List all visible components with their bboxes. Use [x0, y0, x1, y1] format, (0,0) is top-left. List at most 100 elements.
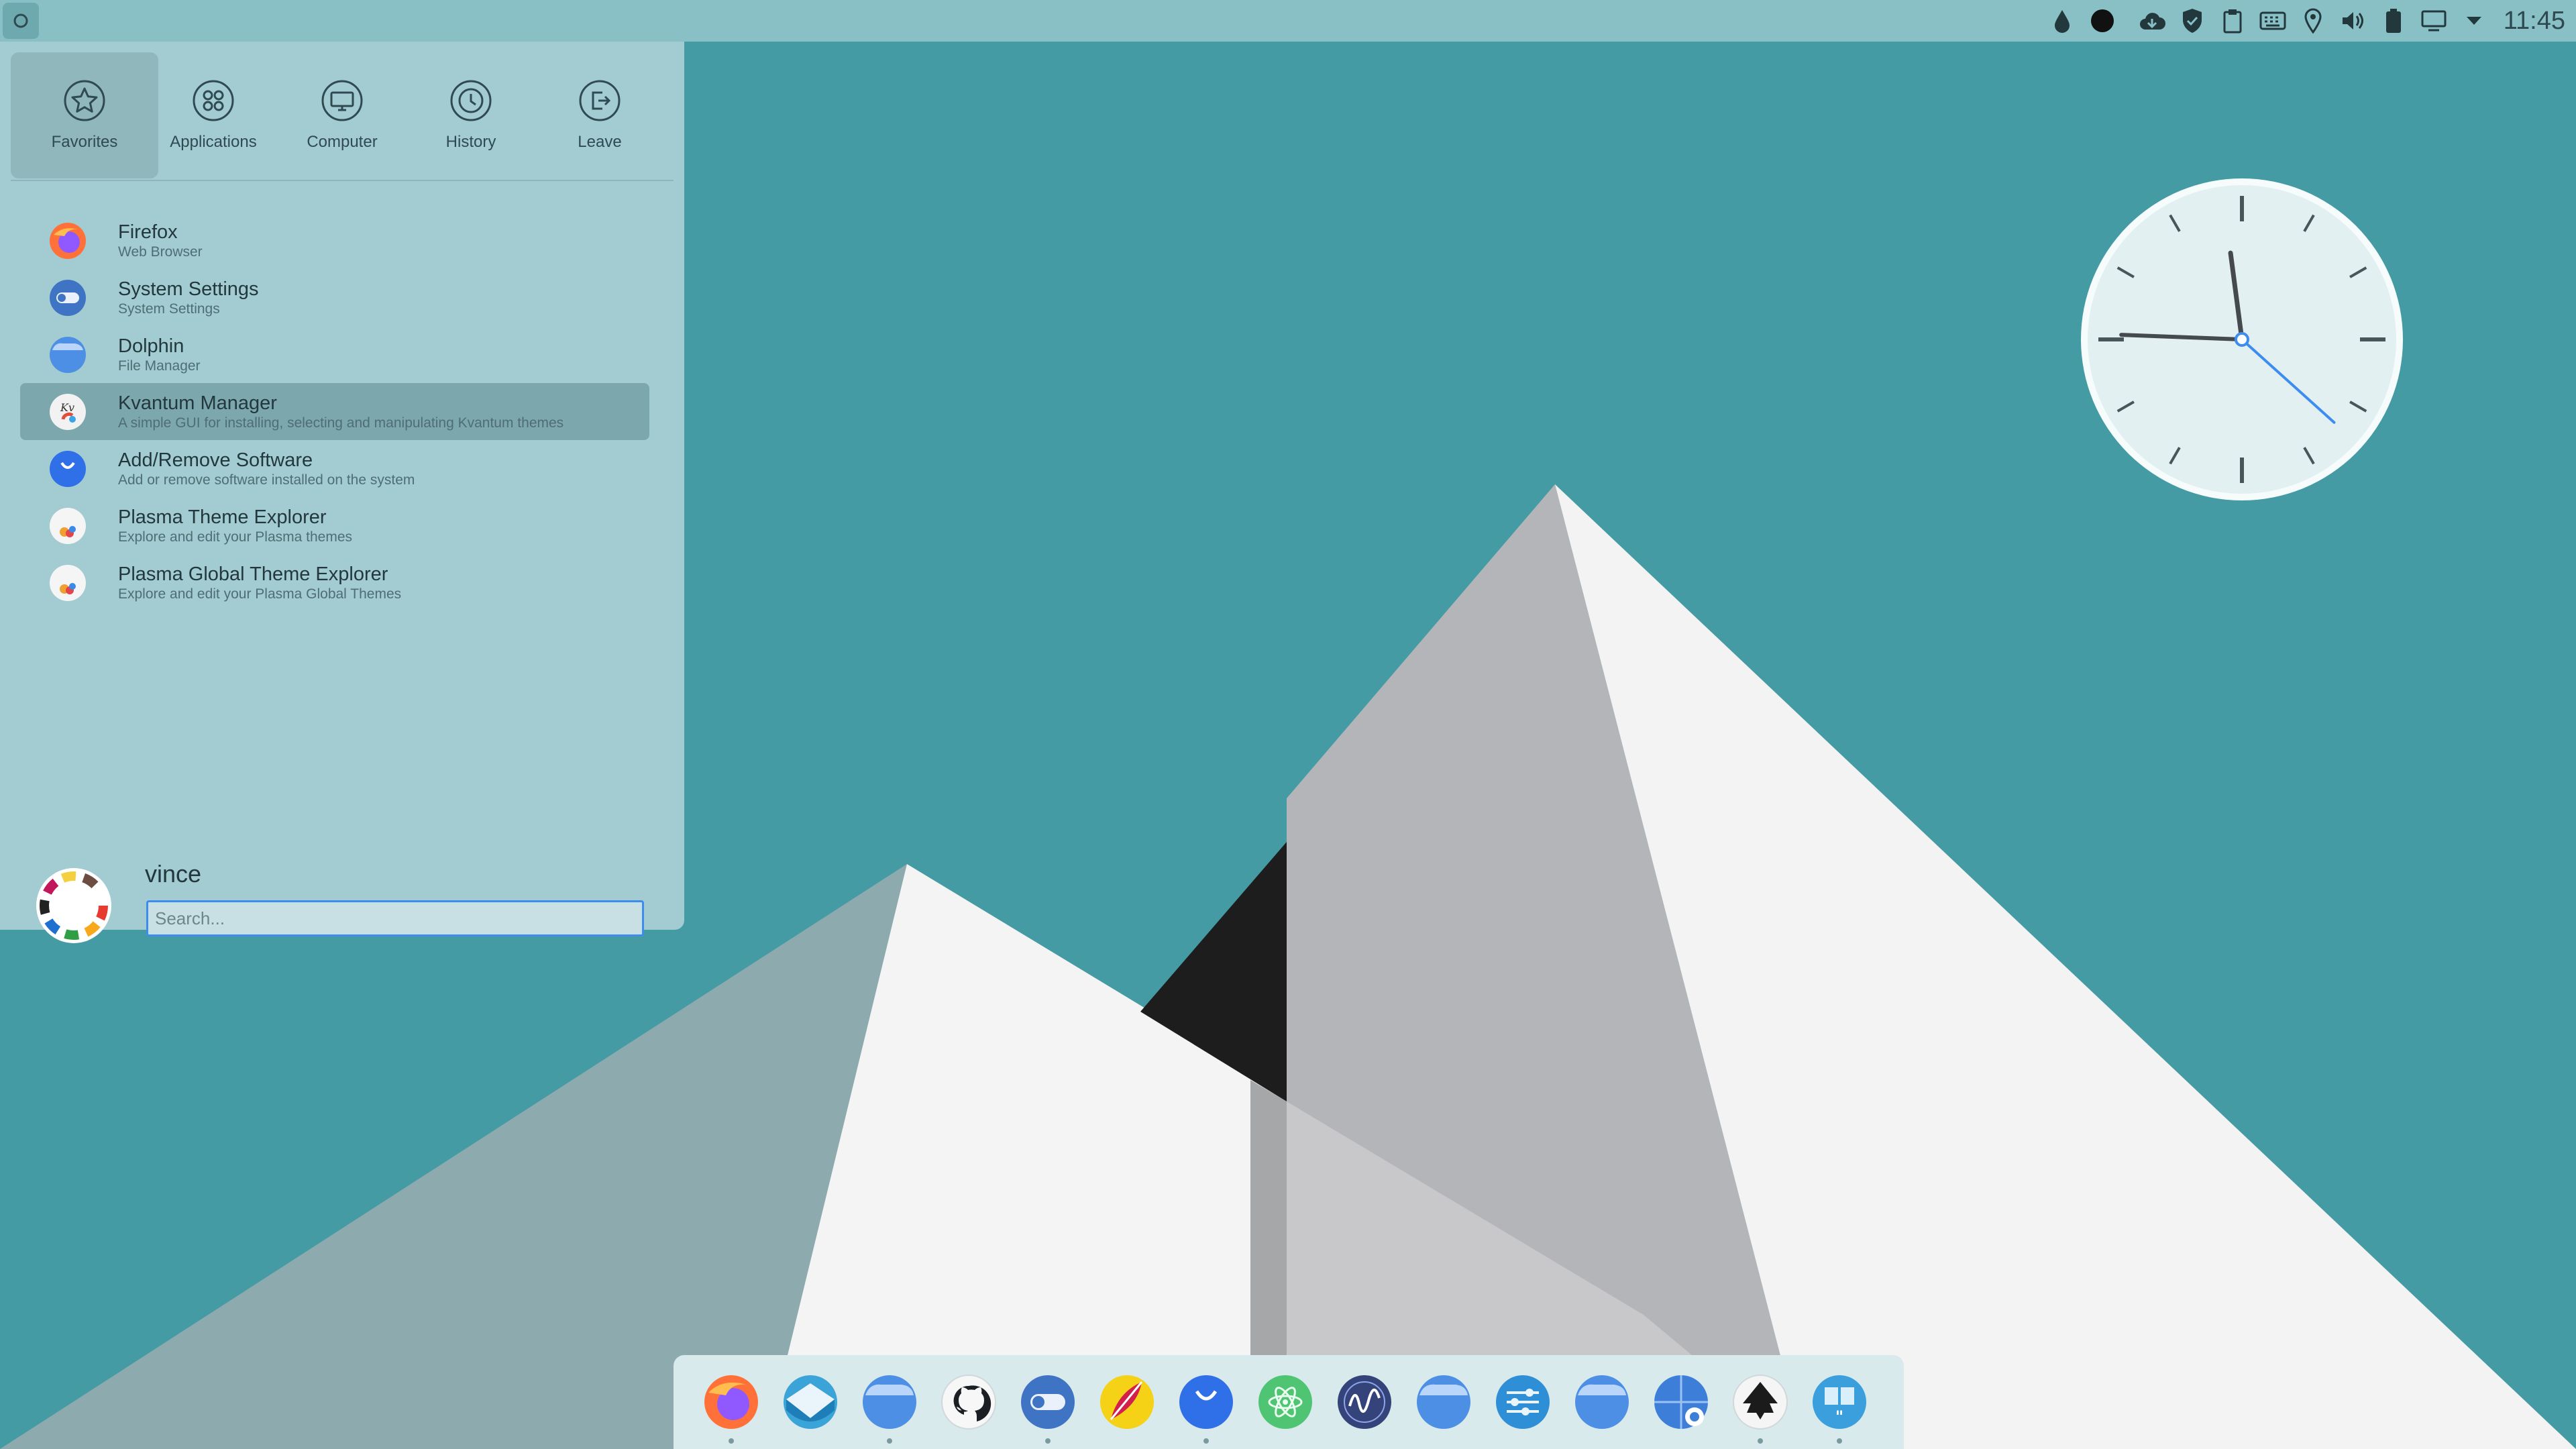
avatar[interactable] [35, 867, 113, 945]
favorite-description: Add or remove software installed on the … [118, 472, 415, 488]
kvantum-icon: Kv [50, 393, 86, 430]
favorite-system-settings[interactable]: System Settings System Settings [34, 269, 649, 326]
clock-center [2235, 332, 2249, 347]
clock-icon [450, 80, 492, 121]
cloud-icon[interactable] [2137, 6, 2167, 36]
dock-item-mail[interactable] [781, 1373, 840, 1432]
favorite-add-remove-software[interactable]: Add/Remove Software Add or remove softwa… [34, 440, 649, 497]
favorite-name: Plasma Global Theme Explorer [118, 563, 388, 585]
chevron-down-icon[interactable] [2459, 6, 2489, 36]
favorite-kvantum-manager[interactable]: Kv Kvantum Manager A simple GUI for inst… [20, 383, 649, 440]
grid-icon [193, 80, 234, 121]
mail-icon [784, 1375, 837, 1429]
favorite-description: System Settings [118, 301, 220, 317]
bag-icon [1179, 1375, 1233, 1429]
search-input[interactable] [146, 900, 644, 936]
favorite-name: System Settings [118, 278, 259, 300]
tab-label: Computer [307, 133, 378, 151]
tab-computer[interactable]: Computer [268, 52, 416, 178]
paint-icon [1100, 1375, 1154, 1429]
tab-label: History [445, 133, 496, 151]
favorites-list: Firefox Web Browser System Settings Syst… [20, 212, 649, 611]
clipboard-icon[interactable] [2218, 6, 2247, 36]
sliders-icon [1496, 1375, 1550, 1429]
dock: " [674, 1355, 1904, 1449]
tab-applications[interactable]: Applications [140, 52, 287, 178]
dock-item-atom[interactable] [1256, 1373, 1315, 1432]
launcher-button[interactable] [3, 3, 39, 39]
speaker-icon[interactable] [2339, 6, 2368, 36]
menu-tabs: Favorites Applications Computer History … [11, 52, 655, 178]
palette-icon [50, 507, 86, 544]
tab-history[interactable]: History [397, 52, 545, 178]
dock-item-folder[interactable] [860, 1373, 919, 1444]
display-icon[interactable] [2419, 6, 2449, 36]
analog-clock[interactable] [2080, 177, 2404, 502]
dock-item-settings[interactable] [1018, 1373, 1077, 1444]
username: vince [145, 860, 202, 888]
firefox-icon [50, 222, 86, 259]
running-indicator [729, 1438, 734, 1444]
dock-item-quote[interactable]: " [1810, 1373, 1869, 1444]
favorite-description: File Manager [118, 358, 201, 374]
monitor-icon [321, 80, 363, 121]
dock-item-folder-3[interactable] [1572, 1373, 1631, 1432]
location-pin-icon[interactable] [2298, 6, 2328, 36]
folder-icon [863, 1375, 916, 1429]
star-icon [64, 80, 105, 121]
atom-icon [1258, 1375, 1312, 1429]
favorite-name: Add/Remove Software [118, 449, 313, 471]
exit-icon [579, 80, 621, 121]
dock-item-monitor[interactable] [1335, 1373, 1394, 1432]
favorite-firefox[interactable]: Firefox Web Browser [34, 212, 649, 269]
panel-clock[interactable]: 11:45 [2504, 7, 2565, 36]
favorite-dolphin[interactable]: Dolphin File Manager [34, 326, 649, 383]
dock-item-inkscape[interactable] [1731, 1373, 1790, 1444]
tabs-divider [11, 180, 674, 181]
tab-label: Applications [170, 133, 257, 151]
system-tray: 11:45 [2042, 0, 2576, 42]
dock-item-firefox[interactable] [702, 1373, 761, 1444]
tab-favorites[interactable]: Favorites [11, 52, 158, 178]
circle-icon[interactable] [2088, 6, 2117, 36]
svg-text:": " [1835, 1407, 1844, 1426]
wave-icon [1338, 1375, 1391, 1429]
running-indicator [1203, 1438, 1209, 1444]
favorite-name: Firefox [118, 221, 178, 243]
running-indicator [887, 1438, 892, 1444]
dock-item-github[interactable] [939, 1373, 998, 1432]
tab-leave[interactable]: Leave [526, 52, 674, 178]
folder-icon [1575, 1375, 1629, 1429]
shield-icon[interactable] [2178, 6, 2207, 36]
folder-icon [50, 336, 86, 373]
favorite-description: A simple GUI for installing, selecting a… [118, 415, 564, 431]
dock-item-web[interactable] [1652, 1373, 1711, 1432]
toggle-icon [1021, 1375, 1075, 1429]
palette-icon [50, 564, 86, 601]
favorite-plasma-global-theme-explorer[interactable]: Plasma Global Theme Explorer Explore and… [34, 554, 649, 611]
globe-icon [1654, 1375, 1708, 1429]
running-indicator [1045, 1438, 1051, 1444]
favorite-description: Web Browser [118, 244, 203, 260]
running-indicator [1758, 1438, 1763, 1444]
tab-label: Favorites [51, 133, 118, 151]
launcher-icon [13, 13, 28, 28]
running-indicator [1837, 1438, 1842, 1444]
toggle-icon [50, 279, 86, 316]
github-icon [941, 1375, 996, 1430]
dock-item-discover[interactable] [1177, 1373, 1236, 1444]
dock-item-paint[interactable] [1097, 1373, 1157, 1432]
favorite-name: Dolphin [118, 335, 184, 357]
keyboard-icon[interactable] [2258, 6, 2288, 36]
application-menu: Favorites Applications Computer History … [0, 42, 684, 943]
water-drop-icon[interactable] [2047, 6, 2077, 36]
quote-icon: " [1813, 1375, 1866, 1429]
favorite-plasma-theme-explorer[interactable]: Plasma Theme Explorer Explore and edit y… [34, 497, 649, 554]
tab-label: Leave [578, 133, 622, 151]
folder-icon [1417, 1375, 1470, 1429]
favorite-description: Explore and edit your Plasma themes [118, 529, 353, 545]
dock-item-folder-2[interactable] [1414, 1373, 1473, 1432]
firefox-icon [704, 1375, 758, 1429]
dock-item-mixer[interactable] [1493, 1373, 1552, 1432]
battery-icon[interactable] [2379, 6, 2408, 36]
